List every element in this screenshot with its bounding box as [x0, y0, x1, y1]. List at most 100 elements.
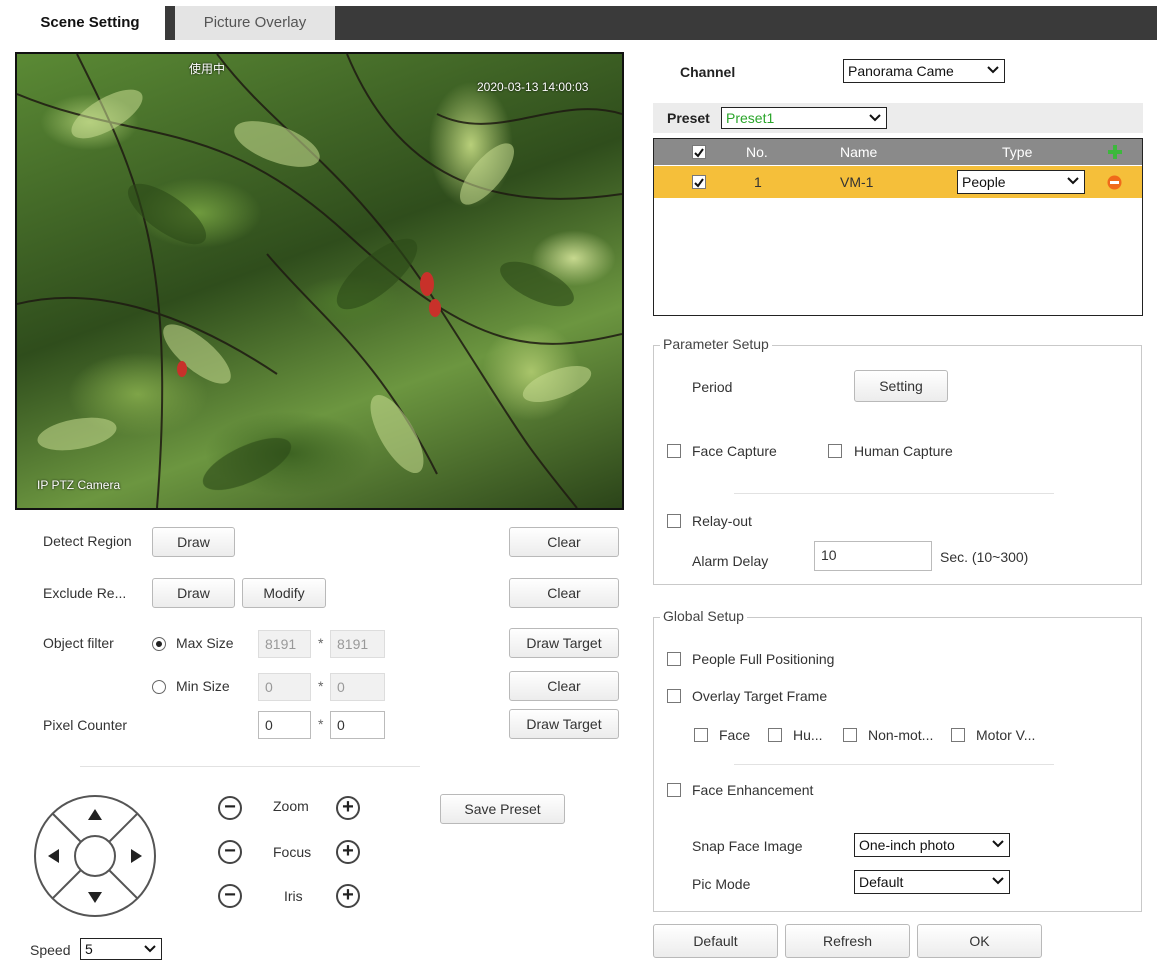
preset-value: Preset1 — [726, 110, 775, 126]
min-size-width-input[interactable]: 0 — [258, 673, 311, 701]
add-icon[interactable] — [1107, 144, 1123, 160]
pic-mode-value: Default — [859, 874, 904, 890]
row-no: 1 — [754, 174, 762, 190]
focus-label: Focus — [273, 844, 312, 860]
relay-out-checkbox[interactable] — [667, 514, 681, 528]
preset-label: Preset — [667, 110, 710, 126]
overlay-human-checkbox[interactable] — [768, 728, 782, 742]
human-capture-label: Human Capture — [854, 443, 953, 459]
overlay-face-label: Face — [719, 727, 751, 743]
period-setting-button[interactable]: Setting — [854, 370, 948, 402]
min-size-separator: * — [318, 678, 324, 694]
channel-value: Panorama Came — [848, 63, 954, 79]
chevron-down-icon — [992, 840, 1004, 848]
channel-select[interactable]: Panorama Came — [843, 59, 1005, 83]
overlay-motor-vehicle-checkbox[interactable] — [951, 728, 965, 742]
face-capture-label: Face Capture — [692, 443, 777, 459]
object-filter-draw-target-button[interactable]: Draw Target — [509, 628, 619, 658]
chevron-down-icon — [144, 945, 156, 953]
refresh-button[interactable]: Refresh — [785, 924, 910, 958]
foliage-image — [17, 54, 622, 508]
iris-decrease-button[interactable]: − — [218, 884, 242, 908]
chevron-down-icon — [987, 66, 999, 74]
snap-face-image-value: One-inch photo — [859, 837, 955, 853]
people-full-positioning-checkbox[interactable] — [667, 652, 681, 666]
max-size-radio[interactable] — [152, 637, 166, 651]
focus-increase-button[interactable]: + — [336, 840, 360, 864]
exclude-region-modify-button[interactable]: Modify — [242, 578, 326, 608]
pixel-counter-height-input[interactable]: 0 — [330, 711, 385, 739]
video-preview[interactable]: 使用中 2020-03-13 14:00:03 IP PTZ Camera — [15, 52, 624, 510]
iris-increase-button[interactable]: + — [336, 884, 360, 908]
table-header: No. Name Type — [654, 139, 1142, 165]
zoom-in-button[interactable]: + — [336, 796, 360, 820]
tab-scene-setting[interactable]: Scene Setting — [15, 6, 165, 40]
pixel-counter-draw-target-button[interactable]: Draw Target — [509, 709, 619, 739]
ok-button[interactable]: OK — [917, 924, 1042, 958]
default-button[interactable]: Default — [653, 924, 778, 958]
overlay-target-frame-label: Overlay Target Frame — [692, 688, 828, 704]
snap-face-image-select[interactable]: One-inch photo — [854, 833, 1010, 857]
face-enhancement-label: Face Enhancement — [692, 782, 814, 798]
face-enhancement-checkbox[interactable] — [667, 783, 681, 797]
speed-select[interactable]: 5 — [80, 938, 162, 960]
tab-picture-overlay[interactable]: Picture Overlay — [175, 6, 335, 40]
overlay-motor-vehicle-label: Motor V... — [976, 727, 1036, 743]
max-size-separator: * — [318, 635, 324, 651]
row-checkbox[interactable] — [692, 175, 706, 189]
row-type-value: People — [962, 174, 1006, 190]
overlay-human-label: Hu... — [793, 727, 823, 743]
zoom-label: Zoom — [273, 798, 309, 814]
exclude-region-draw-button[interactable]: Draw — [152, 578, 235, 608]
overlay-target-frame-checkbox[interactable] — [667, 689, 681, 703]
global-setup-legend: Global Setup — [660, 608, 747, 624]
focus-decrease-button[interactable]: − — [218, 840, 242, 864]
max-size-width-input[interactable]: 8191 — [258, 630, 311, 658]
overlay-non-motor-label: Non-mot... — [868, 727, 934, 743]
iris-label: Iris — [284, 888, 303, 904]
pic-mode-select[interactable]: Default — [854, 870, 1010, 894]
overlay-non-motor-checkbox[interactable] — [843, 728, 857, 742]
alarm-delay-label: Alarm Delay — [692, 553, 769, 569]
alarm-delay-input[interactable]: 10 — [814, 541, 932, 571]
pixel-counter-separator: * — [318, 716, 324, 732]
min-size-height-input[interactable]: 0 — [330, 673, 385, 701]
preset-table: No. Name Type 1 VM-1 People — [653, 138, 1143, 316]
table-row[interactable]: 1 VM-1 People — [654, 166, 1142, 198]
ptz-direction-pad[interactable] — [32, 793, 158, 919]
speed-label: Speed — [30, 942, 71, 958]
select-all-checkbox[interactable] — [692, 145, 706, 159]
row-type-select[interactable]: People — [957, 170, 1085, 194]
osd-timestamp: 2020-03-13 14:00:03 — [477, 80, 589, 94]
alarm-delay-unit: Sec. (10~300) — [940, 549, 1029, 565]
max-size-height-input[interactable]: 8191 — [330, 630, 385, 658]
pixel-counter-width-input[interactable]: 0 — [258, 711, 311, 739]
pixel-counter-label: Pixel Counter — [43, 717, 128, 733]
exclude-region-clear-button[interactable]: Clear — [509, 578, 619, 608]
parameter-setup-group: Parameter Setup Period Setting Face Capt… — [653, 336, 1142, 585]
column-header-no: No. — [746, 144, 768, 160]
pic-mode-label: Pic Mode — [692, 876, 751, 892]
zoom-out-button[interactable]: − — [218, 796, 242, 820]
object-filter-label: Object filter — [43, 635, 114, 651]
chevron-down-icon — [1067, 177, 1079, 185]
chevron-down-icon — [869, 114, 881, 122]
overlay-face-checkbox[interactable] — [694, 728, 708, 742]
chevron-down-icon — [992, 877, 1004, 885]
preset-select[interactable]: Preset1 — [721, 107, 887, 129]
parameter-setup-legend: Parameter Setup — [660, 336, 772, 352]
face-capture-checkbox[interactable] — [667, 444, 681, 458]
save-preset-button[interactable]: Save Preset — [440, 794, 565, 824]
remove-icon[interactable] — [1107, 175, 1122, 190]
object-filter-clear-button[interactable]: Clear — [509, 671, 619, 701]
check-icon — [694, 148, 704, 158]
check-icon — [694, 178, 704, 188]
human-capture-checkbox[interactable] — [828, 444, 842, 458]
snap-face-image-label: Snap Face Image — [692, 838, 803, 854]
min-size-radio[interactable] — [152, 680, 166, 694]
column-header-name: Name — [840, 144, 878, 160]
detect-region-draw-button[interactable]: Draw — [152, 527, 235, 557]
detect-region-clear-button[interactable]: Clear — [509, 527, 619, 557]
global-setup-group: Global Setup People Full Positioning Ove… — [653, 608, 1142, 912]
people-full-positioning-label: People Full Positioning — [692, 651, 835, 667]
